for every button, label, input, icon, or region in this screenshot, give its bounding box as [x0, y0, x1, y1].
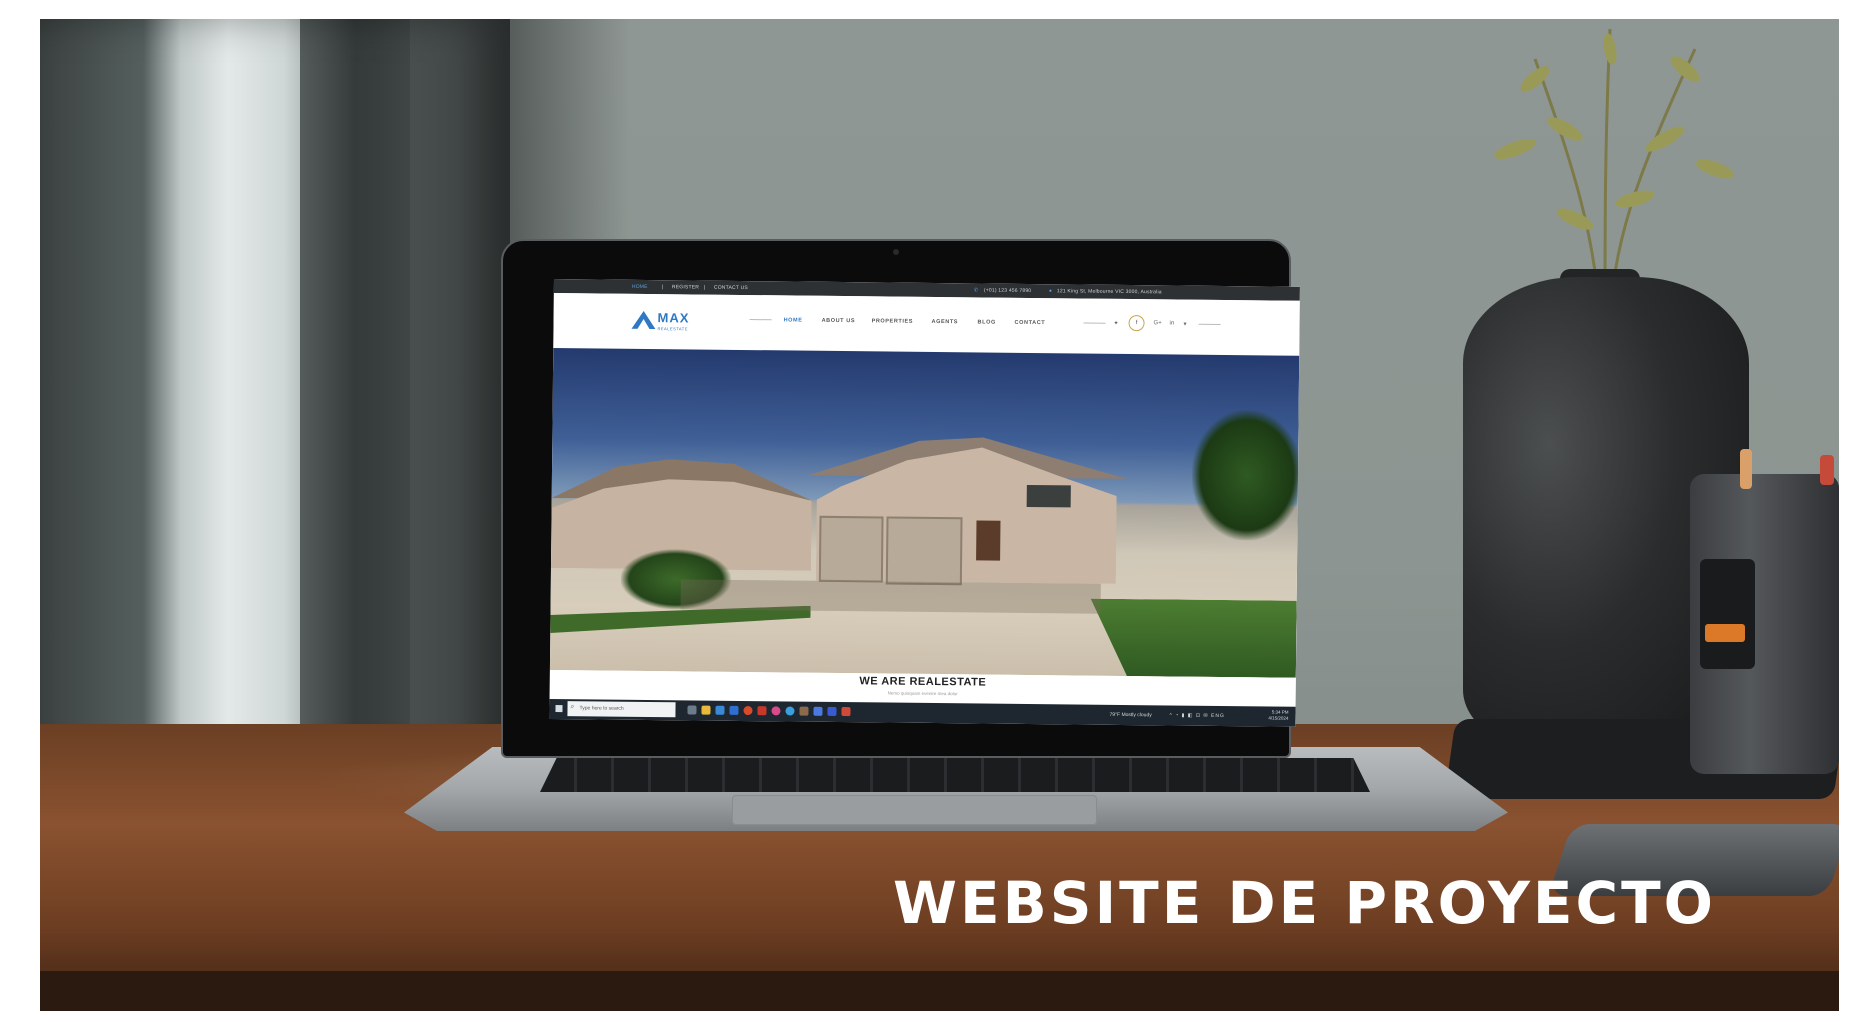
windows-start-icon[interactable]	[555, 705, 563, 713]
nav-properties[interactable]: PROPERTIES	[872, 318, 914, 324]
table-edge	[40, 971, 1839, 1011]
nav-agents[interactable]: AGENTS	[932, 319, 959, 325]
topbar-phone: (+01) 123 456 7890	[983, 287, 1032, 294]
nav-contact[interactable]: CONTACT	[1015, 320, 1046, 326]
taskbar-clock[interactable]: 5:34 PM 4/15/2024	[1256, 709, 1288, 721]
speaker-screen	[1700, 559, 1755, 669]
tree	[1191, 409, 1300, 541]
app-icon[interactable]	[827, 706, 837, 716]
caption-title: WEBSITE DE PROYECTO	[893, 869, 1716, 937]
window-shadow	[40, 19, 510, 779]
taskbar-search-input[interactable]: Type here to search	[567, 701, 676, 718]
store-icon[interactable]	[729, 705, 739, 715]
topbar-divider: |	[661, 284, 664, 291]
clock-date: 4/15/2024	[1268, 715, 1289, 721]
garage-door	[818, 515, 884, 583]
app-icon[interactable]	[757, 706, 767, 716]
garage-door	[885, 516, 963, 586]
google-plus-icon[interactable]: G+	[1154, 320, 1162, 326]
laptop-screen: HOME | REGISTER | CONTACT US ✆ (+01) 123…	[549, 279, 1300, 727]
app-icon[interactable]	[841, 707, 851, 717]
logo-tagline: REALESTATE	[657, 326, 688, 332]
file-explorer-icon[interactable]	[701, 705, 711, 715]
topbar-address: 121 King St, Melbourne VIC 3000, Austral…	[1056, 288, 1162, 296]
lawn-right	[1090, 599, 1297, 678]
nav-divider	[1083, 322, 1106, 324]
hero-banner	[549, 347, 1300, 678]
phone-icon: ✆	[973, 287, 979, 294]
app-icon[interactable]	[813, 706, 823, 716]
topbar-link-register[interactable]: REGISTER	[672, 284, 699, 290]
laptop-trackpad[interactable]	[732, 795, 1097, 825]
topbar-divider: |	[703, 284, 706, 291]
laptop-keyboard	[540, 758, 1370, 792]
edge-icon[interactable]	[785, 706, 795, 716]
twitter-icon[interactable]: ✦	[1114, 320, 1119, 327]
speaker-indicator	[1705, 624, 1745, 642]
webcam	[893, 249, 899, 255]
mail-icon[interactable]	[715, 705, 725, 715]
house-window	[1026, 484, 1071, 508]
taskbar-weather[interactable]: 79°F Mostly cloudy	[1109, 712, 1151, 718]
facebook-icon[interactable]: f	[1128, 315, 1145, 332]
linkedin-icon[interactable]: in	[1170, 320, 1175, 326]
nav-divider	[1198, 323, 1221, 325]
nav-blog[interactable]: BLOG	[978, 319, 996, 325]
logo-icon[interactable]	[631, 310, 656, 330]
topbar-link-contact[interactable]: CONTACT US	[714, 285, 748, 291]
vimeo-icon[interactable]: ▾	[1184, 321, 1187, 328]
nav-about[interactable]: ABOUT US	[822, 318, 856, 324]
system-tray-icons[interactable]: ^ ◔ ▮ ◧ ⊡ ✉ ENG	[1169, 712, 1224, 719]
app-icon[interactable]	[771, 706, 781, 716]
device-knob	[1740, 449, 1752, 489]
website-navbar: MAX REALESTATE HOME ABOUT US PROPERTIES …	[553, 292, 1300, 356]
front-door	[976, 520, 1001, 561]
photo-scene: HOME | REGISTER | CONTACT US ✆ (+01) 123…	[40, 19, 1839, 1011]
driveway	[680, 579, 1101, 614]
topbar-link-home[interactable]: HOME	[632, 284, 648, 290]
task-view-icon[interactable]	[687, 705, 697, 715]
search-icon: ⌕	[570, 703, 575, 711]
location-icon: ●	[1048, 288, 1053, 295]
chrome-icon[interactable]	[743, 706, 753, 716]
app-icon[interactable]	[799, 706, 809, 716]
device-knob	[1820, 455, 1834, 485]
nav-divider	[749, 319, 772, 321]
logo-name[interactable]: MAX	[658, 310, 690, 325]
nav-home[interactable]: HOME	[784, 317, 803, 323]
